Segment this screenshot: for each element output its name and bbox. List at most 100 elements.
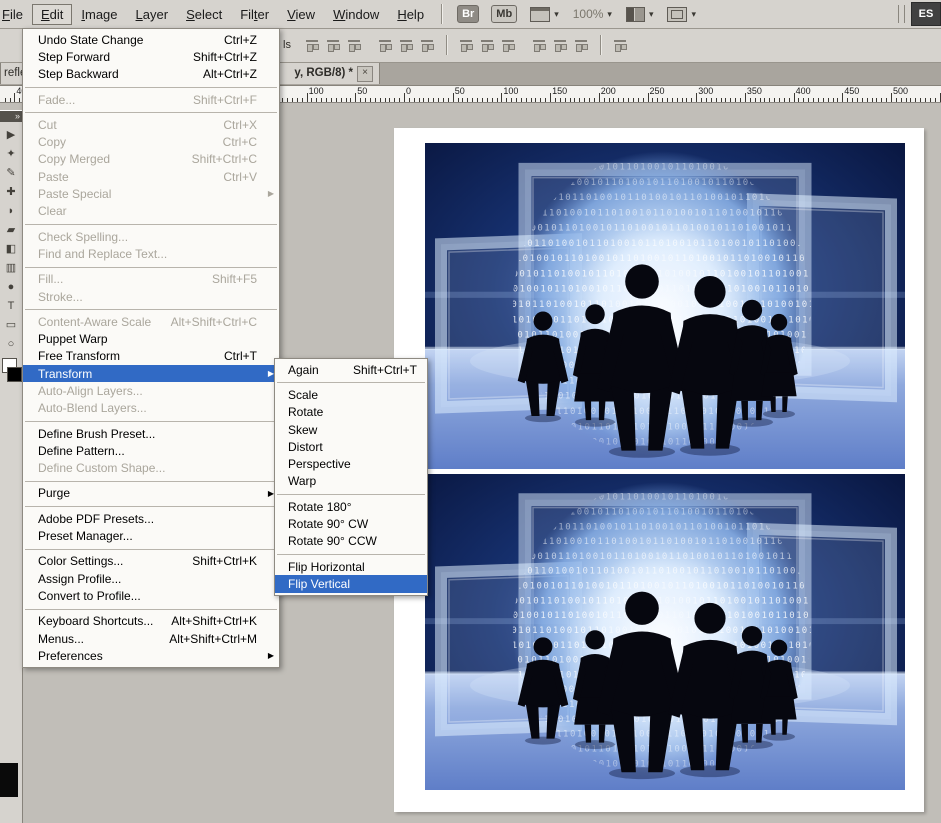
- distribute-bottom-edges-icon[interactable]: [501, 38, 516, 52]
- magic-wand-tool-icon[interactable]: ✦: [0, 145, 22, 164]
- distribute-left-edges-icon[interactable]: [532, 38, 547, 52]
- menu-item-label: Flip Horizontal: [288, 560, 365, 574]
- menu-item-color-settings[interactable]: Color Settings...Shift+Ctrl+K: [23, 553, 279, 570]
- arrange-documents-dropdown[interactable]: ▾: [626, 7, 654, 22]
- menu-item-puppet-warp[interactable]: Puppet Warp: [23, 330, 279, 347]
- ruler-tick: [385, 98, 386, 102]
- menu-item-step-backward[interactable]: Step BackwardAlt+Ctrl+Z: [23, 66, 279, 83]
- menubar-item-file[interactable]: File: [0, 4, 32, 25]
- view-extras-dropdown[interactable]: ▾: [530, 7, 559, 22]
- menubar-item-window[interactable]: Window: [324, 4, 388, 25]
- menu-item-again[interactable]: AgainShift+Ctrl+T: [275, 361, 427, 378]
- menu-item-warp[interactable]: Warp: [275, 473, 427, 490]
- menu-item-convert-to-profile[interactable]: Convert to Profile...: [23, 587, 279, 604]
- distribute-vertical-centers-icon[interactable]: [480, 38, 495, 52]
- ruler-label: 100: [309, 86, 324, 96]
- eyedropper-tool-icon[interactable]: ✎: [0, 164, 22, 183]
- gradient-tool-icon[interactable]: ▥: [0, 259, 22, 278]
- menu-item-transform[interactable]: Transform▶: [23, 365, 279, 382]
- menu-item-define-brush-preset[interactable]: Define Brush Preset...: [23, 425, 279, 442]
- menu-item-define-custom-shape: Define Custom Shape...: [23, 460, 279, 477]
- ruler-tick: [370, 98, 371, 102]
- eraser-tool-icon[interactable]: ◧: [0, 240, 22, 259]
- ruler-tick: [881, 98, 882, 102]
- background-color-swatch[interactable]: [7, 367, 22, 382]
- menu-item-assign-profile[interactable]: Assign Profile...: [23, 570, 279, 587]
- stamp-tool-icon[interactable]: ▰: [0, 221, 22, 240]
- chevron-down-icon: ▾: [691, 9, 696, 20]
- menu-item-step-forward[interactable]: Step ForwardShift+Ctrl+Z: [23, 48, 279, 65]
- ruler-tick: [769, 98, 770, 102]
- menu-item-rotate-90-ccw[interactable]: Rotate 90° CCW: [275, 533, 427, 550]
- ruler-tick: [657, 98, 658, 102]
- menu-item-label: Copy Merged: [38, 152, 110, 166]
- minibridge-launcher-button[interactable]: Mb: [491, 5, 517, 23]
- quick-mask-button[interactable]: [0, 763, 18, 797]
- ruler-tick: [760, 98, 761, 102]
- menubar-item-view[interactable]: View: [278, 4, 324, 25]
- align-top-edges-icon[interactable]: [305, 38, 320, 52]
- menu-bar: FileEditImageLayerSelectFilterViewWindow…: [0, 0, 941, 29]
- menu-item-scale[interactable]: Scale: [275, 386, 427, 403]
- menu-item-perspective[interactable]: Perspective: [275, 455, 427, 472]
- menu-item-free-transform[interactable]: Free TransformCtrl+T: [23, 348, 279, 365]
- menu-item-rotate-90-cw[interactable]: Rotate 90° CW: [275, 515, 427, 532]
- auto-align-layers-icon[interactable]: [613, 38, 628, 52]
- menu-item-menus[interactable]: Menus...Alt+Shift+Ctrl+M: [23, 630, 279, 647]
- healing-brush-tool-icon[interactable]: ✚: [0, 183, 22, 202]
- menu-item-skew[interactable]: Skew: [275, 421, 427, 438]
- close-tab-icon[interactable]: ×: [357, 66, 373, 82]
- menu-item-rotate-180[interactable]: Rotate 180°: [275, 498, 427, 515]
- distribute-horizontal-centers-icon[interactable]: [553, 38, 568, 52]
- menubar-item-help[interactable]: Help: [388, 4, 433, 25]
- menubar-item-select[interactable]: Select: [177, 4, 231, 25]
- align-right-edges-icon[interactable]: [420, 38, 435, 52]
- menu-item-label: Paste Special: [38, 187, 111, 201]
- ruler-tick: [355, 93, 356, 102]
- menubar-item-layer[interactable]: Layer: [127, 4, 178, 25]
- menu-item-distort[interactable]: Distort: [275, 438, 427, 455]
- menu-item-purge[interactable]: Purge▶: [23, 485, 279, 502]
- bridge-launcher-button[interactable]: Br: [457, 5, 479, 23]
- ruler-tick: [492, 98, 493, 102]
- move-tool-icon[interactable]: ▶: [0, 126, 22, 145]
- menu-item-label: Step Forward: [38, 50, 110, 64]
- align-vertical-centers-icon[interactable]: [326, 38, 341, 52]
- menu-item-flip-horizontal[interactable]: Flip Horizontal: [275, 558, 427, 575]
- menu-item-adobe-pdf-presets[interactable]: Adobe PDF Presets...: [23, 510, 279, 527]
- align-left-edges-icon[interactable]: [378, 38, 393, 52]
- menu-item-shortcut: Ctrl+V: [223, 170, 257, 184]
- menu-item-flip-vertical[interactable]: Flip Vertical: [275, 575, 427, 592]
- menu-item-rotate[interactable]: Rotate: [275, 404, 427, 421]
- shape-tool-icon[interactable]: ▭: [0, 316, 22, 335]
- ruler-tick: [579, 98, 580, 102]
- menubar-item-edit[interactable]: Edit: [32, 4, 72, 25]
- menubar-item-image[interactable]: Image: [72, 4, 126, 25]
- arrange-documents-icon: [626, 7, 645, 22]
- ruler-tick: [375, 98, 376, 102]
- screen-mode-dropdown[interactable]: ▾: [667, 7, 696, 22]
- menubar-item-filter[interactable]: Filter: [231, 4, 278, 25]
- menu-item-preset-manager[interactable]: Preset Manager...: [23, 527, 279, 544]
- menu-item-shortcut: Shift+Ctrl+K: [192, 554, 257, 568]
- distribute-right-edges-icon[interactable]: [574, 38, 589, 52]
- ruler-tick: [910, 98, 911, 102]
- align-bottom-edges-icon[interactable]: [347, 38, 362, 52]
- menu-item-shortcut: Alt+Shift+Ctrl+K: [171, 614, 257, 628]
- align-horizontal-centers-icon[interactable]: [399, 38, 414, 52]
- menu-item-define-pattern[interactable]: Define Pattern...: [23, 442, 279, 459]
- collapse-panel-icon[interactable]: »: [0, 111, 22, 122]
- menu-item-keyboard-shortcuts[interactable]: Keyboard Shortcuts...Alt+Shift+Ctrl+K: [23, 613, 279, 630]
- menu-item-paste-special: Paste Special▶: [23, 185, 279, 202]
- document-canvas[interactable]: 1011010010110100101101001011010010110100…: [394, 128, 924, 812]
- zoom-tool-icon[interactable]: ○: [0, 335, 22, 354]
- brush-tool-icon[interactable]: ◗: [0, 202, 22, 221]
- menu-separator: [25, 224, 277, 225]
- distribute-top-edges-icon[interactable]: [459, 38, 474, 52]
- zoom-level-dropdown[interactable]: 100% ▾: [573, 7, 612, 21]
- type-tool-icon[interactable]: T: [0, 297, 22, 316]
- workspace-switcher-button[interactable]: ES: [911, 2, 941, 26]
- menu-item-preferences[interactable]: Preferences▶: [23, 647, 279, 664]
- menu-item-undo-state-change[interactable]: Undo State ChangeCtrl+Z: [23, 31, 279, 48]
- blur-tool-icon[interactable]: ●: [0, 278, 22, 297]
